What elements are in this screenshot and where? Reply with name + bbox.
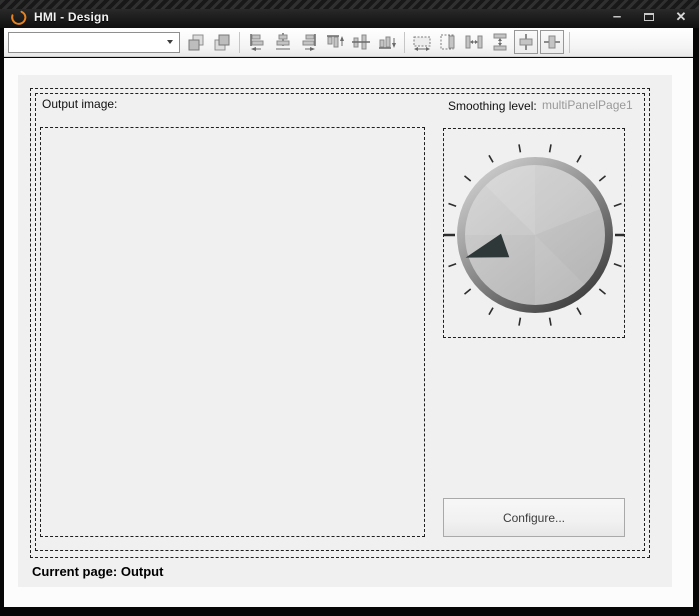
chevron-down-icon — [167, 40, 173, 44]
app-logo-icon — [10, 9, 27, 26]
align-centers-icon[interactable] — [271, 30, 295, 54]
bring-to-front-icon[interactable] — [184, 30, 208, 54]
make-same-size-icon[interactable] — [436, 30, 460, 54]
make-same-width-icon[interactable] — [410, 30, 434, 54]
make-vertical-spacing-equal-icon[interactable] — [488, 30, 512, 54]
align-lefts-icon[interactable] — [245, 30, 269, 54]
align-bottoms-icon[interactable] — [375, 30, 399, 54]
window-title: HMI - Design — [34, 10, 109, 24]
close-icon[interactable]: ✕ — [673, 9, 689, 25]
toolbar-separator — [569, 32, 570, 53]
maximize-icon[interactable] — [641, 9, 657, 25]
make-horizontal-spacing-equal-icon[interactable] — [462, 30, 486, 54]
center-vertically-icon[interactable] — [540, 30, 564, 54]
smoothing-level-label: Smoothing level: — [448, 99, 537, 113]
app-window: HMI - Design – ✕ Output image: Smoothing… — [0, 0, 699, 616]
send-to-back-icon[interactable] — [210, 30, 234, 54]
current-page-status: Current page: Output — [32, 564, 163, 579]
design-surface: Output image: Smoothing level: multiPane… — [18, 75, 672, 587]
toolbar-separator — [239, 32, 240, 53]
align-rights-icon[interactable] — [297, 30, 321, 54]
configure-button[interactable]: Configure... — [443, 498, 625, 537]
center-horizontally-icon[interactable] — [514, 30, 538, 54]
align-middles-icon[interactable] — [349, 30, 373, 54]
align-tops-icon[interactable] — [323, 30, 347, 54]
output-image-label: Output image: — [42, 97, 117, 111]
minimize-icon[interactable]: – — [609, 9, 625, 25]
designer-canvas: Output image: Smoothing level: multiPane… — [4, 58, 693, 607]
component-combobox[interactable] — [8, 32, 180, 53]
output-image-box[interactable] — [40, 127, 425, 537]
panel-name-label: multiPanelPage1 — [542, 98, 633, 112]
toolbar-separator — [404, 32, 405, 53]
smoothing-knob[interactable] — [443, 128, 625, 338]
toolbar — [4, 28, 693, 57]
toolbar-buttons — [184, 28, 573, 56]
title-bar: HMI - Design – ✕ — [0, 0, 699, 28]
